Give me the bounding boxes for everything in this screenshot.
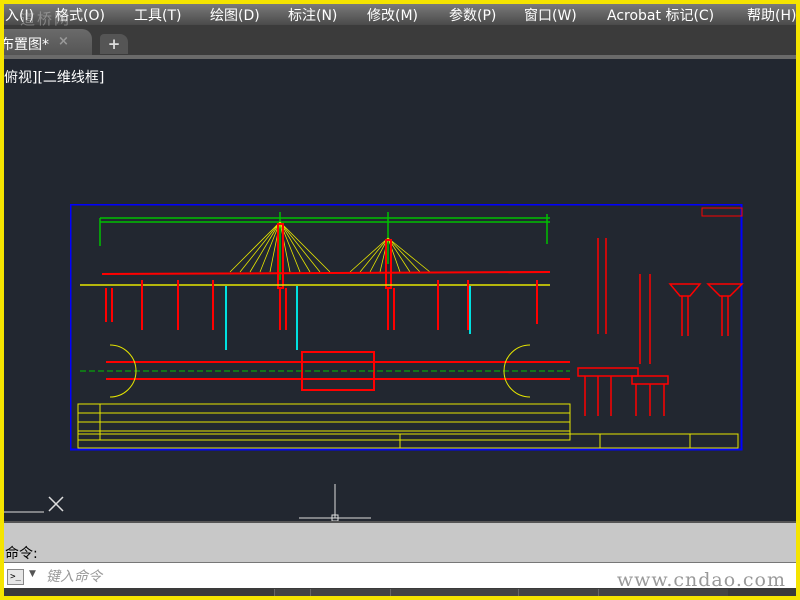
menu-window[interactable]: 窗口(W) [524,5,577,25]
title-block [77,433,739,449]
command-input[interactable] [46,565,606,587]
sheet-number-box [701,207,743,217]
status-button[interactable] [274,589,310,596]
chevron-down-icon[interactable]: ▼ [29,569,36,579]
piers [105,280,538,330]
menu-bar: 入(I) 格式(O) 工具(T) 绘图(D) 标注(N) 修改(M) 参数(P)… [4,4,796,25]
top-dimension-line [99,212,550,280]
menu-acrobat[interactable]: Acrobat 标记(C) [607,5,714,25]
stay-cables [229,221,431,273]
pile-annotations [225,286,471,350]
viewport-label[interactable]: 俯视][二维线框] [4,67,104,87]
menu-draw[interactable]: 绘图(D) [210,5,260,25]
divider [4,55,796,59]
command-history: 命令: [4,521,796,562]
tab-layout-drawing[interactable]: 布置图* × [4,29,92,55]
elevation-deck [101,223,551,289]
menu-tools[interactable]: 工具(T) [134,5,181,25]
command-line: >_ ▼ www.cndao.com [4,562,796,591]
menu-modify[interactable]: 修改(M) [367,5,418,25]
status-button[interactable] [598,589,728,596]
profile-table [77,403,571,441]
close-icon[interactable]: × [58,34,69,49]
menu-help[interactable]: 帮助(H) [747,5,796,25]
status-button[interactable] [390,589,518,596]
command-history-text: 命令: [5,546,38,562]
menu-dimension[interactable]: 标注(N) [288,5,337,25]
new-tab-button[interactable]: + [100,34,128,54]
section-details [577,238,744,416]
watermark-logo: 道桥网 [20,10,72,28]
command-prompt-icon[interactable]: >_ [7,569,24,585]
menu-parameters[interactable]: 参数(P) [449,5,496,25]
file-tab-bar: 布置图* × + [4,25,796,55]
status-button[interactable] [518,589,598,596]
tab-label: 布置图* [4,37,49,53]
status-button[interactable] [310,589,390,596]
autocad-window: 入(I) 格式(O) 工具(T) 绘图(D) 标注(N) 修改(M) 参数(P)… [4,4,796,596]
bridge-drawing [70,204,744,451]
status-bar [4,588,796,596]
